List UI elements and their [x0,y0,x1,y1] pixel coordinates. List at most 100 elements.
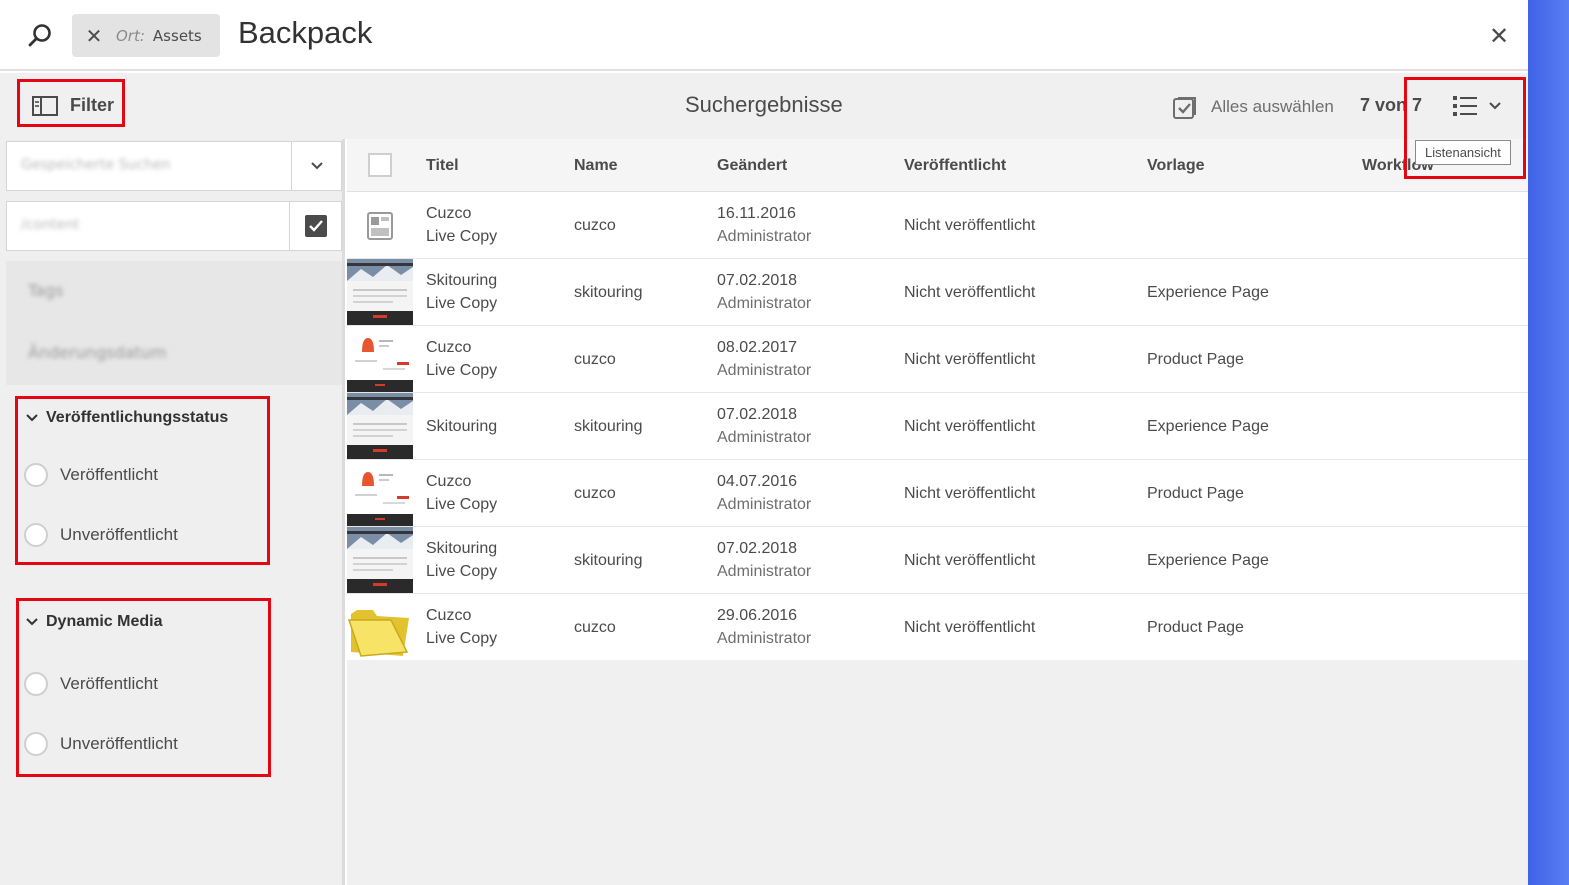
dynamic-media-title: Dynamic Media [46,613,163,630]
dynamic-media-header[interactable]: Dynamic Media [26,613,162,631]
modified-date: 04.07.2016 [717,473,798,490]
publication-status-title: Veröffentlichungsstatus [46,409,229,426]
tags-section[interactable]: Tags [6,261,342,323]
modified-by: Administrator [717,429,812,446]
cell-title: Skitouring [426,415,497,438]
remove-location-icon[interactable]: ✕ [72,24,116,48]
column-published[interactable]: Veröffentlicht [904,157,1006,175]
location-value: Assets [152,26,202,45]
cell-name: cuzco [574,351,616,368]
select-all-button[interactable]: Alles auswählen [1173,95,1334,119]
cell-published: Nicht veröffentlicht [904,485,1036,502]
table-row[interactable]: Cuzco Live Copy cuzco 16.11.2016 Administrat… [347,192,1528,259]
option-label: Unveröffentlicht [60,525,178,544]
radio-button[interactable] [24,463,48,487]
saved-searches-placeholder: Gespeicherte Suchen [21,157,171,173]
cell-template: Experience Page [1147,284,1269,301]
modified-date: 08.02.2017 [717,339,798,356]
cell-template: Product Page [1147,351,1244,368]
cell-published: Nicht veröffentlicht [904,217,1036,234]
modified-date-section[interactable]: Änderungsdatum [6,323,342,385]
location-label: Ort: [116,26,145,45]
cell-published: Nicht veröffentlicht [904,552,1036,569]
cell-name: skitouring [574,552,643,569]
cell-name: skitouring [574,418,643,435]
modified-date: 07.02.2018 [717,540,798,557]
location-filter-tag[interactable]: ✕ Ort: Assets [72,14,220,57]
title-line-1: Skitouring [426,272,498,289]
cell-name: cuzco [574,485,616,502]
modified-date: 07.02.2018 [717,272,798,289]
results-table: Titel Name Geändert Veröffentlicht Vorla… [347,139,1528,661]
title-line-2: Live Copy [426,496,498,513]
saved-searches-select[interactable]: Gespeicherte Suchen [6,141,342,191]
column-modified[interactable]: Geändert [717,157,787,175]
title-line-1: Skitouring [426,540,498,557]
checkbox-icon[interactable] [289,202,341,250]
rail-toggle-icon [32,95,58,116]
cell-template: Product Page [1147,619,1244,636]
publication-published-option[interactable]: Veröffentlicht [24,463,158,487]
search-icon[interactable] [26,22,54,50]
background-strip [1528,0,1569,885]
thumbnail-image [347,527,413,593]
cell-modified: 08.02.2017 Administrator [717,336,811,382]
chevron-down-icon[interactable] [291,142,341,190]
dynamic-media-published-option[interactable]: Veröffentlicht [24,672,158,696]
chevron-down-icon [26,618,38,626]
modified-by: Administrator [717,228,812,245]
table-row[interactable]: Cuzco Live Copy cuzco 29.06.2016 Administrat… [347,594,1528,661]
radio-button[interactable] [24,672,48,696]
table-row[interactable]: Skitouring Live Copy skitouring 07.02.2018 A… [347,259,1528,326]
result-count: 7 von 7 [1360,95,1423,115]
cell-template: Experience Page [1147,418,1269,435]
cell-modified: 04.07.2016 Administrator [717,470,811,516]
empty-area [347,660,1528,885]
filter-button[interactable]: Filter [32,95,114,116]
column-name[interactable]: Name [574,157,618,175]
cell-name: skitouring [574,284,643,301]
dynamic-media-unpublished-option[interactable]: Unveröffentlicht [24,732,178,756]
option-label: Veröffentlicht [60,674,158,693]
chevron-down-icon [1489,102,1501,110]
filter-label: Filter [70,95,115,115]
cell-name: cuzco [574,619,616,636]
title-line-2: Live Copy [426,630,498,647]
cell-published: Nicht veröffentlicht [904,351,1036,368]
search-input[interactable]: Backpack [238,15,372,51]
title-line-1: Cuzco [426,339,472,356]
tags-label: Tags [28,281,64,300]
cell-modified: 16.11.2016 Administrator [717,202,811,248]
table-row[interactable]: Cuzco Live Copy cuzco 04.07.2016 Administrat… [347,460,1528,527]
cell-title: Cuzco Live Copy [426,336,497,382]
cell-name: cuzco [574,217,616,234]
modified-by: Administrator [717,295,812,312]
results-title: Suchergebnisse [685,92,843,117]
publication-unpublished-option[interactable]: Unveröffentlicht [24,523,178,547]
column-title[interactable]: Titel [426,157,459,175]
filter-rail: Gespeicherte Suchen /content Tags Änderu… [0,139,345,885]
title-line-1: Cuzco [426,205,472,222]
thumbnail-image [347,259,413,325]
path-field[interactable]: /content [6,201,342,251]
table-row[interactable]: Skitouring skitouring 07.02.2018 Administra… [347,393,1528,460]
modified-date: 29.06.2016 [717,607,798,624]
modified-date-label: Änderungsdatum [28,343,167,362]
table-row[interactable]: Skitouring Live Copy skitouring 07.02.2018 A… [347,527,1528,594]
publication-status-header[interactable]: Veröffentlichungsstatus [26,409,228,427]
radio-button[interactable] [24,523,48,547]
search-bar: ✕ Ort: Assets Backpack ✕ [0,0,1528,71]
table-header: Titel Name Geändert Veröffentlicht Vorla… [347,139,1528,192]
view-switcher[interactable] [1453,95,1501,117]
column-template[interactable]: Vorlage [1147,157,1205,175]
title-line-2: Live Copy [426,228,498,245]
modified-date: 16.11.2016 [717,205,796,222]
cell-template: Experience Page [1147,552,1269,569]
cell-template: Product Page [1147,485,1244,502]
table-row[interactable]: Cuzco Live Copy cuzco 08.02.2017 Administrat… [347,326,1528,393]
radio-button[interactable] [24,732,48,756]
title-line-2: Live Copy [426,362,498,379]
close-search-icon[interactable]: ✕ [1489,22,1509,50]
chevron-down-icon [26,414,38,422]
select-all-checkbox[interactable] [368,153,392,177]
